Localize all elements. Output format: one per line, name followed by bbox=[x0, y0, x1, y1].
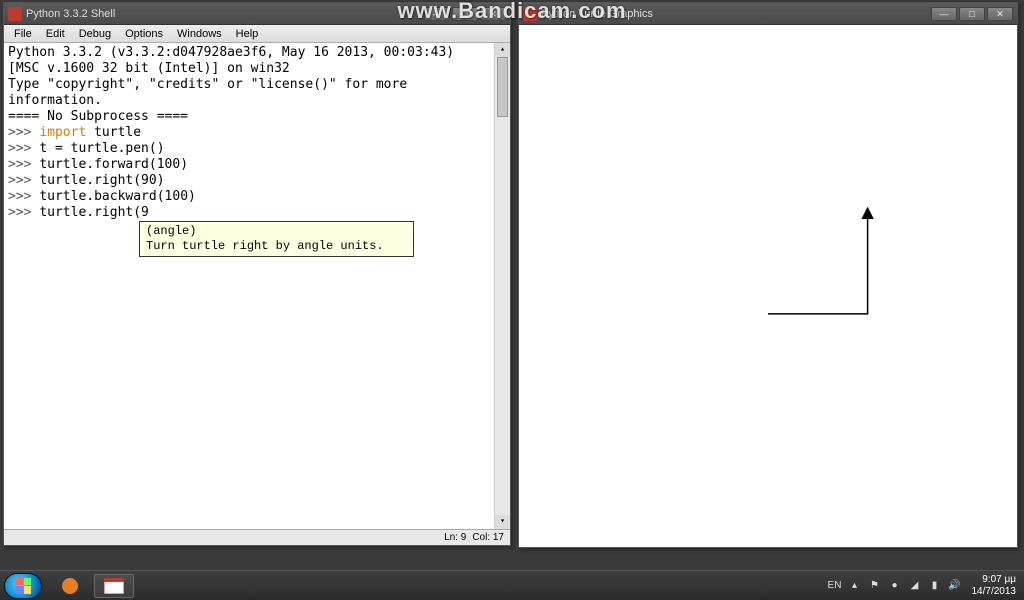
status-col: Col: 17 bbox=[472, 532, 504, 543]
turtle-title: Python Turtle Graphics bbox=[541, 8, 931, 20]
python-icon bbox=[8, 7, 22, 21]
shell-line: >>> import turtle bbox=[8, 125, 506, 141]
windows-logo-icon bbox=[15, 578, 31, 594]
turtle-drawing bbox=[519, 25, 1017, 547]
chevron-up-icon[interactable]: ▴ bbox=[848, 579, 862, 593]
shell-line: >>> turtle.right(9 bbox=[8, 205, 506, 221]
shell-line: >>> t = turtle.pen() bbox=[8, 141, 506, 157]
calltip-tooltip: (angle) Turn turtle right by angle units… bbox=[139, 221, 414, 257]
bluetooth-icon[interactable]: ● bbox=[888, 579, 902, 593]
scroll-up-icon[interactable]: ▴ bbox=[495, 43, 510, 57]
minimize-button[interactable]: — bbox=[424, 7, 450, 21]
firefox-icon bbox=[61, 577, 79, 595]
volume-icon[interactable]: 🔊 bbox=[948, 579, 962, 593]
close-button[interactable]: ✕ bbox=[480, 7, 506, 21]
menu-edit[interactable]: Edit bbox=[40, 27, 71, 41]
turtle-titlebar[interactable]: Python Turtle Graphics — □ ✕ bbox=[519, 3, 1017, 25]
shell-editor[interactable]: Python 3.3.2 (v3.3.2:d047928ae3f6, May 1… bbox=[4, 43, 510, 529]
shell-line: >>> turtle.right(90) bbox=[8, 173, 506, 189]
taskbar-item-idle[interactable] bbox=[94, 574, 134, 598]
editor-scrollbar[interactable]: ▴ ▾ bbox=[494, 43, 510, 529]
clock-date: 14/7/2013 bbox=[972, 586, 1017, 598]
taskbar-item-firefox[interactable] bbox=[50, 574, 90, 598]
minimize-button[interactable]: — bbox=[931, 7, 957, 21]
menu-debug[interactable]: Debug bbox=[73, 27, 117, 41]
maximize-button[interactable]: □ bbox=[959, 7, 985, 21]
idle-title: Python 3.3.2 Shell bbox=[26, 8, 424, 20]
clock-time: 9:07 μμ bbox=[972, 574, 1017, 586]
idle-titlebar[interactable]: Python 3.3.2 Shell — □ ✕ bbox=[4, 3, 510, 25]
menu-windows[interactable]: Windows bbox=[171, 27, 228, 41]
idle-app-icon bbox=[104, 578, 124, 594]
taskbar-clock[interactable]: 9:07 μμ 14/7/2013 bbox=[968, 574, 1017, 598]
action-center-icon[interactable]: ⚑ bbox=[868, 579, 882, 593]
maximize-button[interactable]: □ bbox=[452, 7, 478, 21]
shell-line: >>> turtle.backward(100) bbox=[8, 189, 506, 205]
shell-line: >>> turtle.forward(100) bbox=[8, 157, 506, 173]
turtle-canvas bbox=[519, 25, 1017, 547]
scroll-thumb[interactable] bbox=[497, 57, 508, 117]
python-icon bbox=[523, 7, 537, 21]
menu-options[interactable]: Options bbox=[119, 27, 169, 41]
idle-menubar: File Edit Debug Options Windows Help bbox=[4, 25, 510, 43]
taskbar: EN ▴ ⚑ ● ◢ ▮ 🔊 9:07 μμ 14/7/2013 bbox=[0, 570, 1024, 600]
shell-banner: Python 3.3.2 (v3.3.2:d047928ae3f6, May 1… bbox=[8, 45, 506, 125]
idle-shell-window: Python 3.3.2 Shell — □ ✕ File Edit Debug… bbox=[3, 2, 511, 546]
battery-icon[interactable]: ▮ bbox=[928, 579, 942, 593]
close-button[interactable]: ✕ bbox=[987, 7, 1013, 21]
menu-help[interactable]: Help bbox=[230, 27, 265, 41]
scroll-down-icon[interactable]: ▾ bbox=[495, 515, 510, 529]
system-tray: EN ▴ ⚑ ● ◢ ▮ 🔊 9:07 μμ 14/7/2013 bbox=[828, 574, 1021, 598]
status-line: Ln: 9 bbox=[444, 532, 466, 543]
calltip-doc: Turn turtle right by angle units. bbox=[146, 239, 407, 254]
turtle-window: Python Turtle Graphics — □ ✕ bbox=[518, 2, 1018, 548]
network-icon[interactable]: ◢ bbox=[908, 579, 922, 593]
start-button[interactable] bbox=[4, 573, 42, 599]
idle-statusbar: Ln: 9 Col: 17 bbox=[4, 529, 510, 545]
menu-file[interactable]: File bbox=[8, 27, 38, 41]
calltip-signature: (angle) bbox=[146, 224, 407, 239]
language-indicator[interactable]: EN bbox=[828, 579, 842, 593]
